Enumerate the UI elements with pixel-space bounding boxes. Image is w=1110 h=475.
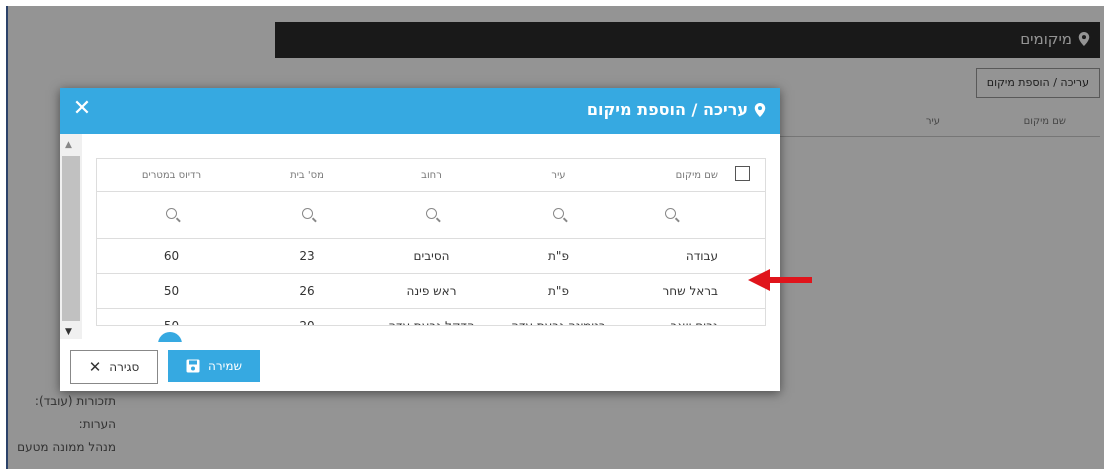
search-icon [426, 208, 437, 219]
close-button-label: סגירה [109, 360, 140, 374]
dialog-title-text: עריכה / הוספת מיקום [586, 100, 748, 119]
scrollbar-thumb[interactable] [62, 156, 80, 321]
close-icon[interactable]: ✕ [70, 97, 94, 121]
column-location-name[interactable]: שם מיקום [622, 159, 719, 192]
select-all-cell [719, 159, 765, 192]
cell-city: פ"ת [495, 273, 622, 309]
cell-location-name: גרוס יואב [622, 308, 719, 325]
cell-street: ראש פינה [368, 273, 495, 309]
table-row[interactable]: בראל שחר פ"ת ראש פינה 26 50 [97, 273, 765, 309]
dialog-title: עריכה / הוספת מיקום [587, 100, 766, 119]
save-button-label: שמירה [208, 359, 242, 373]
location-pin-icon [754, 102, 766, 117]
dialog-header: עריכה / הוספת מיקום ✕ [60, 88, 780, 134]
floppy-disk-icon [186, 359, 200, 373]
filter-street[interactable] [368, 191, 495, 239]
dialog-scrollbar[interactable]: ▲ ▼ [60, 134, 82, 339]
table-row[interactable]: גרוס יואב בנימינה גבעת עדה הדקל גבעת עדה… [97, 308, 765, 325]
cell-radius: 50 [97, 308, 246, 325]
cell-radius: 50 [97, 273, 246, 309]
column-house-number[interactable]: מס' בית [246, 159, 368, 192]
close-button[interactable]: סגירה ✕ [70, 350, 158, 384]
locations-table: שם מיקום עיר רחוב מס' בית רדיוס במטרים ע… [96, 158, 766, 326]
column-city[interactable]: עיר [495, 159, 622, 192]
cell-city: בנימינה גבעת עדה [495, 308, 622, 325]
filter-cell [719, 191, 765, 239]
cell-radius: 60 [97, 238, 246, 274]
filter-house-number[interactable] [246, 191, 368, 239]
column-street[interactable]: רחוב [368, 159, 495, 192]
search-filter-row [97, 191, 765, 239]
scroll-down-arrow-icon[interactable]: ▼ [65, 327, 72, 337]
cell-house-number: 26 [246, 273, 368, 309]
table-row[interactable]: עבודה פ"ת הסיבים 23 60 [97, 238, 765, 274]
search-icon [665, 208, 676, 219]
select-all-checkbox[interactable] [734, 166, 750, 181]
cell-city: פ"ת [495, 238, 622, 274]
cell-location-name: עבודה [622, 238, 719, 274]
filter-location-name[interactable] [622, 191, 719, 239]
search-icon [301, 208, 313, 219]
table-header-row: שם מיקום עיר רחוב מס' בית רדיוס במטרים [97, 159, 765, 192]
cell-house-number: 23 [246, 238, 368, 274]
filter-city[interactable] [495, 191, 622, 239]
search-icon [553, 208, 564, 219]
filter-radius[interactable] [97, 191, 246, 239]
edit-location-dialog: עריכה / הוספת מיקום ✕ ▲ ▼ שם מיקום עיר ר… [60, 88, 780, 391]
cell-street: הדקל גבעת עדה [368, 308, 495, 325]
scroll-up-arrow-icon[interactable]: ▲ [65, 140, 72, 150]
cell-street: הסיבים [368, 238, 495, 274]
column-radius[interactable]: רדיוס במטרים [97, 159, 246, 192]
search-icon [166, 208, 177, 219]
cell-location-name: בראל שחר [622, 273, 719, 309]
red-pointer-arrow-icon [748, 269, 812, 291]
close-icon: ✕ [88, 358, 102, 376]
save-button[interactable]: שמירה [168, 350, 260, 382]
cell-house-number: 20 [246, 308, 368, 325]
